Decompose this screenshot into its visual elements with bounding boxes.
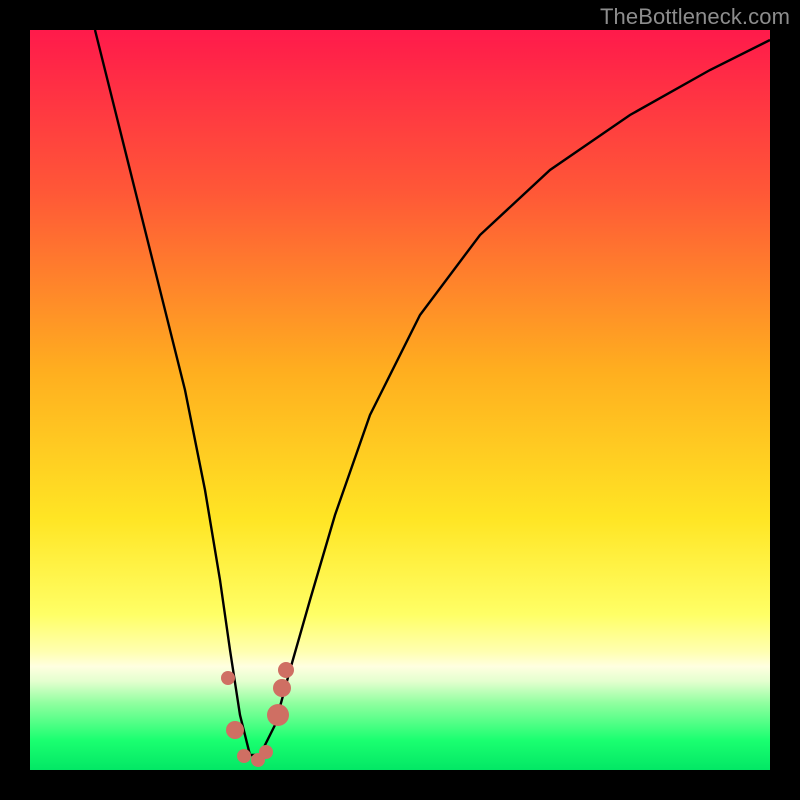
marker-dot xyxy=(226,721,244,739)
marker-dot xyxy=(273,679,291,697)
curve-markers xyxy=(221,662,294,767)
plot-area xyxy=(30,30,770,770)
bottleneck-curve xyxy=(95,30,770,755)
marker-dot xyxy=(237,749,251,763)
marker-dot xyxy=(278,662,294,678)
curve-layer xyxy=(30,30,770,770)
marker-dot xyxy=(221,671,235,685)
marker-dot xyxy=(267,704,289,726)
marker-dot xyxy=(259,745,273,759)
chart-frame: TheBottleneck.com xyxy=(0,0,800,800)
watermark-text: TheBottleneck.com xyxy=(600,4,790,30)
